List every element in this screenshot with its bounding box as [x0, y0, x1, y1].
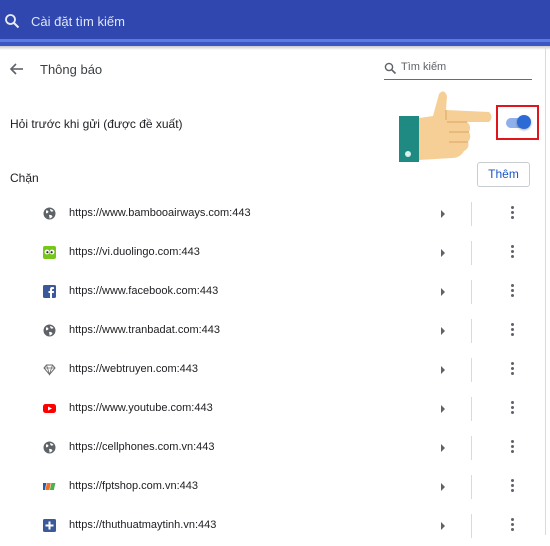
row-divider [471, 358, 472, 382]
chevron-right-icon[interactable] [441, 366, 445, 374]
site-url: https://www.bambooairways.com:443 [69, 207, 251, 219]
youtube-icon [43, 404, 56, 413]
site-url: https://vi.duolingo.com:443 [69, 246, 200, 258]
site-url: https://fptshop.com.vn:443 [69, 480, 199, 492]
site-row[interactable]: https://thuthuatmaytinh.vn:443 [0, 507, 545, 546]
site-row[interactable]: https://www.bambooairways.com:443 [0, 195, 545, 234]
row-divider [471, 514, 472, 538]
chevron-right-icon[interactable] [441, 249, 445, 257]
right-divider [545, 46, 546, 535]
site-row[interactable]: https://vi.duolingo.com:443 [0, 234, 545, 273]
search-placeholder: Tìm kiếm [401, 61, 447, 73]
search-icon [384, 62, 397, 75]
site-url: https://thuthuatmaytinh.vn:443 [69, 519, 217, 531]
more-vert-icon[interactable] [511, 245, 515, 261]
chevron-right-icon[interactable] [441, 483, 445, 491]
header-shadow [0, 46, 550, 50]
site-row[interactable]: https://cellphones.com.vn:443 [0, 429, 545, 468]
row-divider [471, 241, 472, 265]
settings-search-bar[interactable]: Cài đặt tìm kiếm [0, 0, 550, 42]
search-icon[interactable] [4, 13, 20, 29]
site-url: https://www.tranbadat.com:443 [69, 324, 221, 336]
fpt-icon [43, 483, 56, 490]
more-vert-icon[interactable] [511, 284, 515, 300]
site-url: https://www.facebook.com:443 [69, 285, 219, 297]
more-vert-icon[interactable] [511, 440, 515, 456]
more-vert-icon[interactable] [511, 518, 515, 534]
settings-search-input[interactable]: Cài đặt tìm kiếm [31, 14, 125, 29]
chevron-right-icon[interactable] [441, 444, 445, 452]
more-vert-icon[interactable] [511, 323, 515, 339]
chevron-right-icon[interactable] [441, 288, 445, 296]
more-vert-icon[interactable] [511, 479, 515, 495]
site-row[interactable]: https://www.facebook.com:443 [0, 273, 545, 312]
block-section-label: Chặn [10, 171, 39, 185]
globe-icon [43, 324, 56, 337]
site-row[interactable]: https://www.youtube.com:443 [0, 390, 545, 429]
site-url: https://www.youtube.com:443 [69, 402, 213, 414]
top-bar: Cài đặt tìm kiếm [0, 0, 550, 46]
row-divider [471, 475, 472, 499]
site-url: https://cellphones.com.vn:443 [69, 441, 215, 453]
site-row[interactable]: https://www.tranbadat.com:443 [0, 312, 545, 351]
row-divider [471, 319, 472, 343]
notifications-search-input[interactable]: Tìm kiếm [384, 60, 532, 80]
row-divider [471, 436, 472, 460]
site-url: https://webtruyen.com:443 [69, 363, 199, 375]
more-vert-icon[interactable] [511, 401, 515, 417]
ask-before-sending-label: Hỏi trước khi gửi (được đề xuất) [10, 117, 183, 131]
site-row[interactable]: https://webtruyen.com:443 [0, 351, 545, 390]
ask-toggle-knob[interactable] [517, 115, 531, 129]
chevron-right-icon[interactable] [441, 210, 445, 218]
facebook-icon [43, 285, 56, 298]
arrow-back-icon[interactable] [9, 61, 25, 77]
row-divider [471, 202, 472, 226]
globe-icon [43, 207, 56, 220]
globe-icon [43, 441, 56, 454]
pointing-hand-icon [399, 91, 492, 162]
chevron-right-icon[interactable] [441, 405, 445, 413]
row-divider [471, 397, 472, 421]
chevron-right-icon[interactable] [441, 522, 445, 530]
more-vert-icon[interactable] [511, 206, 515, 222]
diamond-icon [43, 364, 56, 376]
row-divider [471, 280, 472, 304]
duolingo-icon [43, 246, 56, 259]
add-button[interactable]: Thêm [477, 162, 530, 187]
more-vert-icon[interactable] [511, 362, 515, 378]
page-title: Thông báo [40, 62, 103, 77]
chevron-right-icon[interactable] [441, 327, 445, 335]
site-row[interactable]: https://fptshop.com.vn:443 [0, 468, 545, 507]
plus-square-icon [43, 519, 56, 532]
